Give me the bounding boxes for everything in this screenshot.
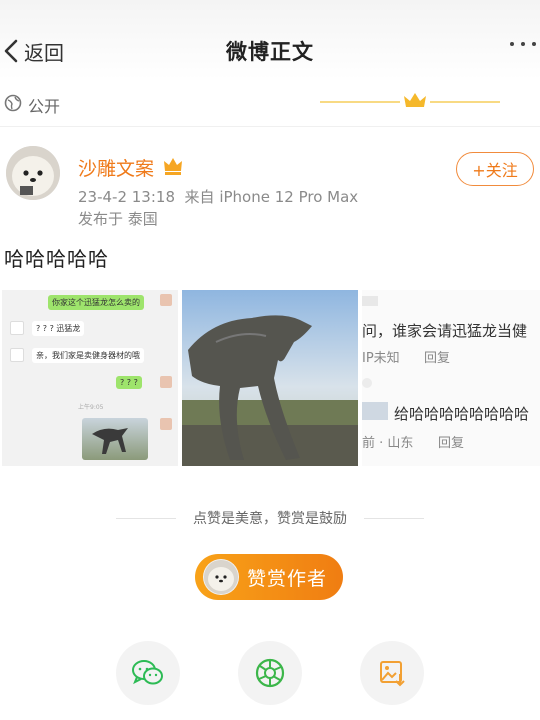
globe-icon [4, 94, 22, 112]
wechat-icon [132, 660, 163, 685]
share-moments-button[interactable] [238, 641, 302, 705]
post-source: 来自 iPhone 12 Pro Max [184, 188, 359, 206]
save-image-icon [380, 661, 405, 687]
comment-text: 问，谁家会请迅猛龙当健 [362, 322, 528, 340]
follow-button[interactable]: +关注 [456, 152, 534, 186]
image-chat-screenshot[interactable]: 你家这个迅猛龙怎么卖的 ? ? ? 迅猛龙 亲，我们家是卖健身器材的哦 ? ? … [2, 290, 178, 466]
author-name[interactable]: 沙雕文案 [78, 154, 154, 181]
visibility-label: 公开 [28, 97, 61, 116]
encourage-text: 点赞是美意，赞赏是鼓励 [193, 511, 347, 527]
top-nav-bar: 返回 微博正文 [0, 0, 540, 80]
more-dots-icon[interactable] [510, 42, 536, 46]
avatar [203, 559, 239, 595]
comment-meta: IP未知 [362, 351, 400, 366]
chat-message: 你家这个迅猛龙怎么卖的 [48, 295, 144, 310]
visibility-row: 公开 [0, 82, 540, 127]
moments-icon [255, 658, 285, 688]
post-text: 哈哈哈哈哈 [4, 247, 109, 271]
share-wechat-button[interactable] [116, 641, 180, 705]
comment-text: 给哈哈哈哈哈哈哈哈 [394, 405, 530, 423]
vip-badge-icon [164, 158, 182, 175]
post-meta: 23-4-2 13:18 来自 iPhone 12 Pro Max [78, 186, 358, 207]
chat-message: ? ? ? 迅猛龙 [32, 321, 85, 336]
chat-message: 亲，我们家是卖健身器材的哦 [32, 348, 144, 363]
avatar[interactable] [6, 146, 60, 200]
post-location: 发布于 泰国 [78, 210, 158, 228]
crown-icon [320, 93, 500, 107]
image-velociraptor[interactable] [182, 290, 358, 466]
comment-reply: 回复 [424, 351, 451, 366]
image-comments-screenshot[interactable]: 问，谁家会请迅猛龙当健 IP未知 回复 给哈哈哈哈哈哈哈哈 前 · 山东 回复 [362, 290, 540, 466]
reward-author-button[interactable]: 赞赏作者 [195, 554, 343, 600]
comment-meta: 前 · 山东 [362, 436, 414, 451]
image-gallery: 你家这个迅猛龙怎么卖的 ? ? ? 迅猛龙 亲，我们家是卖健身器材的哦 ? ? … [0, 290, 540, 466]
post-timestamp: 23-4-2 13:18 [78, 188, 175, 206]
reward-label: 赞赏作者 [247, 567, 328, 590]
chat-message: ? ? ? [116, 376, 142, 389]
page-title: 微博正文 [226, 40, 314, 64]
comment-reply: 回复 [438, 436, 465, 451]
save-image-button[interactable] [360, 641, 424, 705]
chat-time: 上午9:05 [78, 404, 104, 411]
